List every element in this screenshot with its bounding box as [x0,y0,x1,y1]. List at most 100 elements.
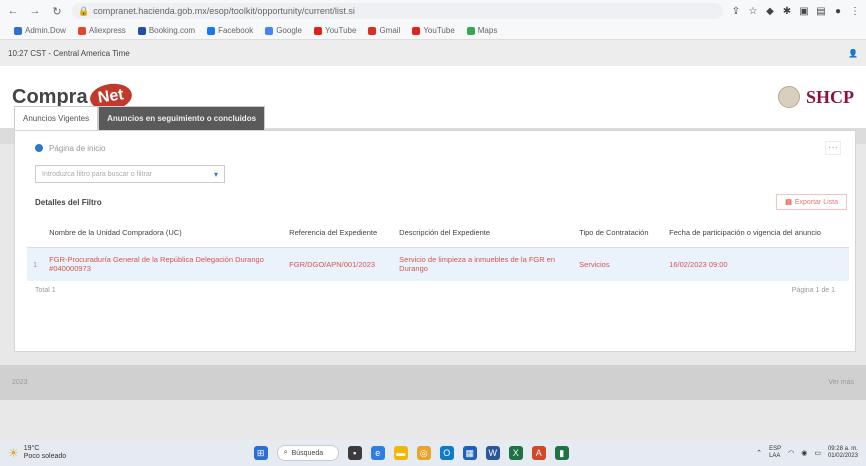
wifi-icon[interactable]: ◠ [788,449,794,457]
sun-icon: ☀ [8,446,19,460]
bookmark-item[interactable]: YouTube [412,26,455,35]
search-label: Búsqueda [291,449,324,457]
edge-icon[interactable]: e [370,446,385,460]
bookmark-favicon-icon [466,26,475,35]
search-icon: ⌕ [283,449,288,456]
system-tray: ⌃ ESP LAA ◠ ◉ ▭ 09:28 a. m. 01/02/2023 [756,446,858,459]
chevron-up-icon[interactable]: ⌃ [756,449,762,457]
user-icon[interactable]: 👤 [848,49,858,58]
more-options-icon[interactable]: ··· [825,141,841,155]
clock-date: 01/02/2023 [827,453,858,459]
back-icon[interactable]: ← [6,5,20,17]
windows-taskbar: ☀ 19°C Poco soleado ⊞ ⌕ Búsqueda ▪ e ▬ ◎… [0,440,866,466]
bookmark-favicon-icon [314,26,322,35]
taskbar-search[interactable]: ⌕ Búsqueda [276,445,339,461]
battery-icon[interactable]: ▭ [814,449,821,457]
extension-icon[interactable]: ✱ [782,6,792,17]
footer-right-link[interactable]: Ver más [828,379,854,386]
split-icon[interactable]: ▤ [816,6,826,17]
forward-icon[interactable]: → [28,5,42,17]
folder-icon[interactable]: ▬ [393,446,408,460]
volume-icon[interactable]: ◉ [801,449,807,457]
bookmark-label: Aliexpress [88,26,126,35]
bookmark-favicon-icon [412,26,421,35]
shcp-logo: SHCP [777,86,854,108]
bookmark-favicon-icon [14,26,22,35]
shcp-text: SHCP [805,86,854,107]
bookmark-item[interactable]: Facebook [207,26,253,35]
bookmark-item[interactable]: Gmail [368,26,400,35]
bookmark-favicon-icon [265,26,274,35]
extensions: ⇪ ☆ ◆ ✱ ▣ ▤ ● ⋮ [731,6,860,17]
time-text: 10:27 CST - Central America Time [8,48,130,58]
row-desc[interactable]: Servicio de limpieza a inmuebles de la F… [393,247,574,281]
taskbar-apps: ⊞ ⌕ Búsqueda ▪ e ▬ ◎ O ▦ W X A ▮ [253,445,569,461]
excel-icon[interactable]: X [508,446,523,460]
lock-icon: 🔒 [78,5,90,16]
store-icon[interactable]: ▦ [462,446,477,460]
export-button[interactable]: ▤ Exportar Lista [776,194,847,210]
seal-icon [777,86,800,108]
col-ref[interactable]: Referencia del Expediente [283,219,394,248]
bookmark-label: YouTube [325,26,357,35]
star-icon[interactable]: ☆ [748,6,758,17]
col-tipo[interactable]: Tipo de Contratación [573,219,664,248]
bookmark-item[interactable]: Google [265,26,302,35]
share-icon[interactable]: ⇪ [731,6,741,17]
bookmark-item[interactable]: Booking.com [137,26,195,35]
pdf-icon: ▤ [785,199,792,206]
results-table: Nombre de la Unidad Compradora (UC) Refe… [27,219,849,281]
clock[interactable]: 09:28 a. m. 01/02/2023 [828,446,858,459]
col-index [27,219,44,248]
filter-select[interactable]: Introduzca filtro para buscar o filtrar … [35,165,225,183]
col-desc[interactable]: Descripción del Expediente [393,219,574,248]
row-ref[interactable]: FGR/DGO/APN/001/2023 [283,247,394,281]
col-uc[interactable]: Nombre de la Unidad Compradora (UC) [43,219,284,248]
weather-widget[interactable]: ☀ 19°C Poco soleado [8,445,66,460]
puzzle-icon[interactable]: ▣ [799,6,809,17]
tab-anuncios-seguimiento[interactable]: Anuncios en seguimiento o concluidos [98,106,266,130]
start-icon[interactable]: ⊞ [253,446,268,460]
time-bar: 10:27 CST - Central America Time 👤 [0,40,866,66]
tab-bar: Anuncios Vigentes Anuncios en seguimient… [14,106,266,130]
home-page-option[interactable]: Página de inicio [35,144,105,153]
address-bar[interactable]: 🔒 compranet.hacienda.gob.mx/esop/toolkit… [72,3,723,19]
bookmark-label: YouTube [423,26,455,35]
url-text: compranet.hacienda.gob.mx/esop/toolkit/o… [93,6,355,16]
row-index: 1 [27,247,44,281]
row-uc-link[interactable]: FGR-Procuraduría General de la República… [43,247,284,281]
bookmark-label: Facebook [218,26,254,35]
filter-details-title[interactable]: Detalles del Filtro [35,198,102,207]
reload-icon[interactable]: ↻ [50,5,64,18]
bookmark-item[interactable]: YouTube [314,26,356,35]
shield-icon[interactable]: ◆ [765,6,775,17]
bookmarks-bar: Admin.Dow Aliexpress Booking.com Facebook Go… [0,22,866,40]
profile-icon[interactable]: ● [833,6,843,17]
total-count: Total 1 [35,287,56,294]
bookmark-label: Admin.Dow [25,26,66,35]
bookmark-item[interactable]: Maps [466,26,497,35]
task-view-icon[interactable]: ▪ [347,446,362,460]
outlook-icon[interactable]: O [439,446,454,460]
filter-placeholder: Introduzca filtro para buscar o filtrar [42,170,153,178]
row-tipo: Servicios [573,247,664,281]
radio-label: Página de inicio [49,143,106,153]
app-icon[interactable]: ▮ [554,446,569,460]
lang-top: ESP [769,446,782,453]
table-row[interactable]: 1 FGR-Procuraduría General de la Repúbli… [27,247,849,281]
footer-band: 2023 Ver más [0,365,866,400]
bookmark-item[interactable]: Aliexpress [77,26,126,35]
radio-icon[interactable] [35,144,43,152]
acrobat-icon[interactable]: A [531,446,546,460]
chrome-icon[interactable]: ◎ [416,446,431,460]
col-fecha[interactable]: Fecha de participación o vigencia del an… [663,219,849,248]
bookmark-favicon-icon [368,26,377,35]
tab-anuncios-vigentes[interactable]: Anuncios Vigentes [14,106,99,130]
bookmark-item[interactable]: Admin.Dow [14,26,66,35]
language-indicator[interactable]: ESP LAA [769,446,781,459]
weather-temp: 19°C [23,445,40,453]
menu-icon[interactable]: ⋮ [850,6,860,17]
pagination[interactable]: Página 1 de 1 [792,287,835,294]
word-icon[interactable]: W [485,446,500,460]
bookmark-label: Google [276,26,302,35]
